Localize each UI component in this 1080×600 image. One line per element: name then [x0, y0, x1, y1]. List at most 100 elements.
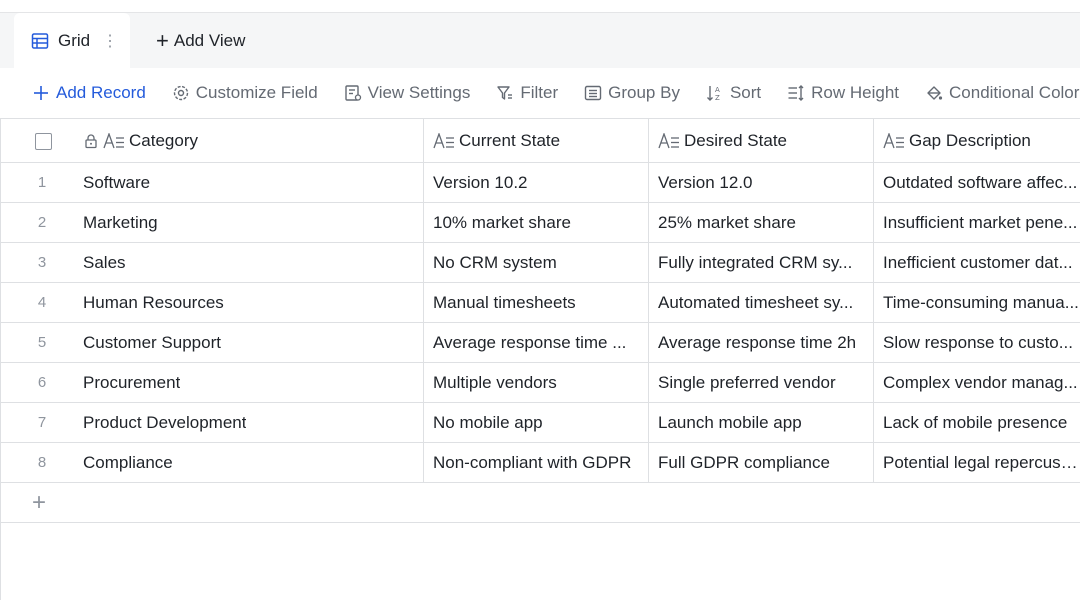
- filter-icon: [497, 86, 513, 100]
- view-settings-label: View Settings: [367, 83, 471, 102]
- customize-field-label: Customize Field: [195, 83, 318, 102]
- cell-category[interactable]: Product Development: [74, 403, 423, 442]
- cell-text: Version 10.2: [433, 172, 528, 192]
- cell-desired-state[interactable]: Automated timesheet sy...: [648, 283, 873, 322]
- plus-icon: +: [156, 28, 169, 53]
- row-number: 5: [37, 334, 47, 351]
- cell-text: Procurement: [83, 372, 181, 392]
- cell-desired-state[interactable]: Launch mobile app: [648, 403, 873, 442]
- grid-view-icon: [31, 32, 49, 50]
- cell-gap-description[interactable]: Inefficient customer dat...: [873, 243, 1080, 282]
- tab-grid-label: Grid: [58, 31, 91, 50]
- cell-current-state[interactable]: Version 10.2: [423, 163, 648, 202]
- cell-category[interactable]: Sales: [74, 243, 423, 282]
- cell-text: Inefficient customer dat...: [883, 252, 1073, 272]
- filter-button[interactable]: Filter: [496, 83, 558, 103]
- table-row[interactable]: 1 Software Version 10.2 Version 12.0 Out…: [0, 163, 1080, 203]
- lock-icon: [83, 133, 99, 149]
- group-by-button[interactable]: Group By: [584, 83, 680, 103]
- table-header-row: Category Current State Desired State Gap…: [0, 119, 1080, 163]
- gear-icon: [173, 85, 188, 101]
- plus-icon: +: [32, 489, 47, 516]
- cell-desired-state[interactable]: Full GDPR compliance: [648, 443, 873, 482]
- cell-category[interactable]: Marketing: [74, 203, 423, 242]
- add-record-label: Add Record: [56, 83, 146, 102]
- select-all-checkbox[interactable]: [35, 133, 52, 150]
- cell-desired-state[interactable]: Average response time 2h: [648, 323, 873, 362]
- tab-grid[interactable]: Grid ⋮: [14, 13, 130, 69]
- cell-desired-state[interactable]: Single preferred vendor: [648, 363, 873, 402]
- cell-gap-description[interactable]: Time-consuming manua...: [873, 283, 1080, 322]
- column-header-current-state[interactable]: Current State: [423, 119, 648, 162]
- paint-bucket-icon: [927, 86, 943, 100]
- cell-text: Full GDPR compliance: [658, 452, 830, 472]
- cell-gap-description[interactable]: Slow response to custo...: [873, 323, 1080, 362]
- table-row[interactable]: 2 Marketing 10% market share 25% market …: [0, 203, 1080, 243]
- add-view-button[interactable]: + Add View: [156, 13, 245, 69]
- cell-text: No mobile app: [433, 412, 543, 432]
- add-record-button[interactable]: Add Record: [32, 83, 146, 103]
- table-row[interactable]: 3 Sales No CRM system Fully integrated C…: [0, 243, 1080, 283]
- row-number: 7: [37, 414, 47, 431]
- cell-current-state[interactable]: No mobile app: [423, 403, 648, 442]
- column-header-label: Gap Description: [909, 130, 1031, 150]
- svg-text:A: A: [715, 86, 720, 94]
- cell-current-state[interactable]: Manual timesheets: [423, 283, 648, 322]
- cell-current-state[interactable]: 10% market share: [423, 203, 648, 242]
- cell-category[interactable]: Human Resources: [74, 283, 423, 322]
- column-header-label: Category: [129, 130, 198, 150]
- cell-text: Slow response to custo...: [883, 332, 1073, 352]
- cell-category[interactable]: Customer Support: [74, 323, 423, 362]
- table-row[interactable]: 4 Human Resources Manual timesheets Auto…: [0, 283, 1080, 323]
- cell-text: 25% market share: [658, 212, 796, 232]
- cell-category[interactable]: Procurement: [74, 363, 423, 402]
- cell-desired-state[interactable]: 25% market share: [648, 203, 873, 242]
- sort-button[interactable]: AZ Sort: [706, 83, 761, 103]
- row-height-button[interactable]: Row Height: [787, 83, 899, 103]
- cell-text: Potential legal repercuss...: [883, 452, 1080, 472]
- cell-text: Product Development: [83, 412, 247, 432]
- column-header-desired-state[interactable]: Desired State: [648, 119, 873, 162]
- more-options-icon[interactable]: ⋮: [102, 31, 118, 51]
- cell-text: Version 12.0: [658, 172, 753, 192]
- column-header-gap-description[interactable]: Gap Description: [873, 119, 1080, 162]
- cell-text: Single preferred vendor: [658, 372, 836, 392]
- cell-current-state[interactable]: Average response time ...: [423, 323, 648, 362]
- cell-text: Sales: [83, 252, 126, 272]
- column-header-category[interactable]: Category: [74, 119, 423, 162]
- group-by-label: Group By: [608, 83, 680, 102]
- cell-current-state[interactable]: No CRM system: [423, 243, 648, 282]
- add-row-button[interactable]: +: [0, 483, 1080, 523]
- customize-field-button[interactable]: Customize Field: [172, 83, 318, 103]
- toolbar: Add Record Customize Field View Settings…: [0, 68, 1080, 118]
- cell-gap-description[interactable]: Lack of mobile presence: [873, 403, 1080, 442]
- cell-desired-state[interactable]: Version 12.0: [648, 163, 873, 202]
- row-number: 2: [37, 214, 47, 231]
- add-view-label: Add View: [173, 31, 246, 50]
- conditional-color-label: Conditional Color: [949, 83, 1080, 102]
- group-icon: [584, 85, 602, 101]
- cell-gap-description[interactable]: Insufficient market pene...: [873, 203, 1080, 242]
- svg-text:Z: Z: [715, 94, 720, 102]
- table-row[interactable]: 8 Compliance Non-compliant with GDPR Ful…: [0, 443, 1080, 483]
- cell-current-state[interactable]: Multiple vendors: [423, 363, 648, 402]
- cell-gap-description[interactable]: Complex vendor manag...: [873, 363, 1080, 402]
- view-settings-button[interactable]: View Settings: [344, 83, 471, 103]
- cell-desired-state[interactable]: Fully integrated CRM sy...: [648, 243, 873, 282]
- cell-text: Lack of mobile presence: [883, 412, 1068, 432]
- conditional-color-button[interactable]: Conditional Color: [925, 83, 1079, 103]
- table-row[interactable]: 6 Procurement Multiple vendors Single pr…: [0, 363, 1080, 403]
- cell-text: Time-consuming manua...: [883, 292, 1079, 312]
- view-settings-icon: [344, 85, 361, 101]
- cell-text: Software: [83, 172, 151, 192]
- cell-text: No CRM system: [433, 252, 557, 272]
- table-row[interactable]: 7 Product Development No mobile app Laun…: [0, 403, 1080, 443]
- text-field-icon: [658, 132, 680, 149]
- table-row[interactable]: 5 Customer Support Average response time…: [0, 323, 1080, 363]
- cell-gap-description[interactable]: Outdated software affec...: [873, 163, 1080, 202]
- cell-current-state[interactable]: Non-compliant with GDPR: [423, 443, 648, 482]
- cell-category[interactable]: Compliance: [74, 443, 423, 482]
- cell-gap-description[interactable]: Potential legal repercuss...: [873, 443, 1080, 482]
- row-height-icon: [788, 85, 804, 101]
- cell-category[interactable]: Software: [74, 163, 423, 202]
